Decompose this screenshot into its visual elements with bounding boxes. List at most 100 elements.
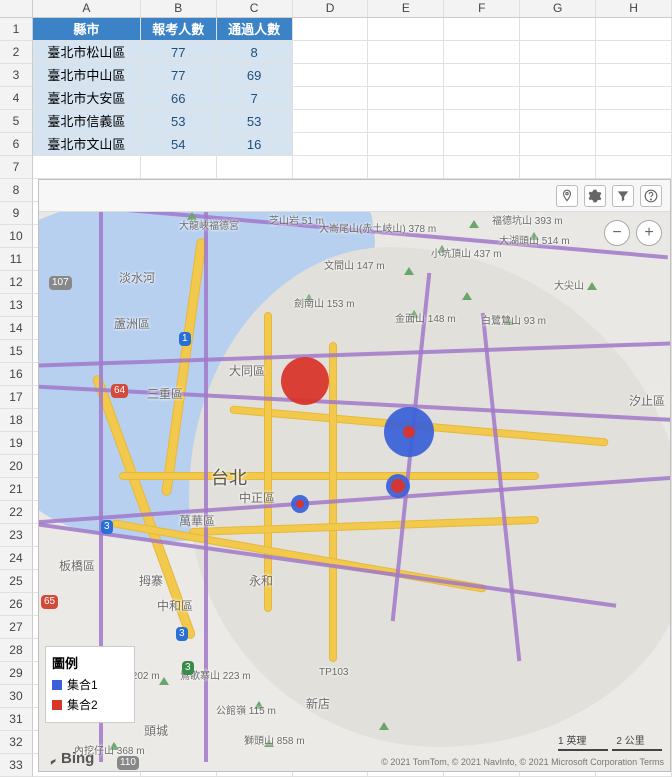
col-B[interactable]: B	[141, 0, 217, 17]
cell-B2[interactable]: 77	[141, 41, 217, 64]
cell-A3[interactable]: 臺北市中山區	[33, 64, 141, 87]
row-header-15[interactable]: 15	[0, 340, 33, 363]
cell-G4[interactable]	[520, 87, 596, 110]
row-header-10[interactable]: 10	[0, 225, 33, 248]
cell-D4[interactable]	[293, 87, 369, 110]
cell-A4[interactable]: 臺北市大安區	[33, 87, 141, 110]
cell-C7[interactable]	[217, 156, 293, 179]
zoom-in-button[interactable]: +	[636, 220, 662, 246]
row-header-26[interactable]: 26	[0, 593, 33, 616]
cell-E4[interactable]	[368, 87, 444, 110]
col-G[interactable]: G	[520, 0, 596, 17]
row-header-22[interactable]: 22	[0, 501, 33, 524]
col-H[interactable]: H	[596, 0, 672, 17]
cell-F7[interactable]	[444, 156, 520, 179]
map-chart[interactable]: 淡水河 蘆洲區 三重區 大同區 台北 中正區 萬華區 板橋區 永和 中和區 新店…	[38, 179, 671, 772]
cell-C3[interactable]: 69	[217, 64, 293, 87]
cell-C2[interactable]: 8	[217, 41, 293, 64]
cell-H6[interactable]	[596, 133, 672, 156]
cell-F3[interactable]	[444, 64, 520, 87]
cell-C6[interactable]: 16	[217, 133, 293, 156]
cell-B7[interactable]	[141, 156, 217, 179]
map-canvas[interactable]: 淡水河 蘆洲區 三重區 大同區 台北 中正區 萬華區 板橋區 永和 中和區 新店…	[39, 212, 670, 771]
zoom-out-button[interactable]: −	[604, 220, 630, 246]
row-header-11[interactable]: 11	[0, 248, 33, 271]
cell-G3[interactable]	[520, 64, 596, 87]
cell-F6[interactable]	[444, 133, 520, 156]
cell-F5[interactable]	[444, 110, 520, 133]
row-header-4[interactable]: 4	[0, 87, 33, 110]
cell-G1[interactable]	[520, 18, 596, 41]
cell-C1[interactable]: 通過人數	[217, 18, 293, 41]
row-header-16[interactable]: 16	[0, 363, 33, 386]
cell-F2[interactable]	[444, 41, 520, 64]
cell-E6[interactable]	[368, 133, 444, 156]
row-header-31[interactable]: 31	[0, 708, 33, 731]
row-header-19[interactable]: 19	[0, 432, 33, 455]
cell-E5[interactable]	[368, 110, 444, 133]
cell-E2[interactable]	[368, 41, 444, 64]
cell-D7[interactable]	[293, 156, 369, 179]
cell-B5[interactable]: 53	[141, 110, 217, 133]
cell-A1[interactable]: 縣市	[33, 18, 141, 41]
cell-E3[interactable]	[368, 64, 444, 87]
col-D[interactable]: D	[293, 0, 369, 17]
cell-D1[interactable]	[293, 18, 369, 41]
col-E[interactable]: E	[368, 0, 444, 17]
row-header-23[interactable]: 23	[0, 524, 33, 547]
row-header-8[interactable]: 8	[0, 179, 33, 202]
cell-F1[interactable]	[444, 18, 520, 41]
help-icon[interactable]	[640, 185, 662, 207]
cell-H4[interactable]	[596, 87, 672, 110]
pin-icon[interactable]	[556, 185, 578, 207]
row-header-14[interactable]: 14	[0, 317, 33, 340]
cell-E1[interactable]	[368, 18, 444, 41]
row-header-6[interactable]: 6	[0, 133, 33, 156]
cell-C4[interactable]: 7	[217, 87, 293, 110]
cell-D5[interactable]	[293, 110, 369, 133]
row-header-13[interactable]: 13	[0, 294, 33, 317]
row-header-2[interactable]: 2	[0, 41, 33, 64]
cell-H2[interactable]	[596, 41, 672, 64]
cell-A2[interactable]: 臺北市松山區	[33, 41, 141, 64]
row-header-21[interactable]: 21	[0, 478, 33, 501]
cell-A7[interactable]	[33, 156, 141, 179]
col-C[interactable]: C	[217, 0, 293, 17]
filter-icon[interactable]	[612, 185, 634, 207]
row-header-32[interactable]: 32	[0, 731, 33, 754]
bubble-red-1[interactable]	[281, 357, 329, 405]
row-header-12[interactable]: 12	[0, 271, 33, 294]
cell-G6[interactable]	[520, 133, 596, 156]
row-header-3[interactable]: 3	[0, 64, 33, 87]
cell-D2[interactable]	[293, 41, 369, 64]
row-header-27[interactable]: 27	[0, 616, 33, 639]
cell-D6[interactable]	[293, 133, 369, 156]
cell-B3[interactable]: 77	[141, 64, 217, 87]
cell-H3[interactable]	[596, 64, 672, 87]
cell-D3[interactable]	[293, 64, 369, 87]
row-header-30[interactable]: 30	[0, 685, 33, 708]
col-A[interactable]: A	[33, 0, 141, 17]
cell-H5[interactable]	[596, 110, 672, 133]
row-header-17[interactable]: 17	[0, 386, 33, 409]
col-F[interactable]: F	[444, 0, 520, 17]
cell-G7[interactable]	[520, 156, 596, 179]
gear-icon[interactable]	[584, 185, 606, 207]
cell-A5[interactable]: 臺北市信義區	[33, 110, 141, 133]
row-header-7[interactable]: 7	[0, 156, 33, 179]
row-header-24[interactable]: 24	[0, 547, 33, 570]
cell-B4[interactable]: 66	[141, 87, 217, 110]
cell-H7[interactable]	[596, 156, 672, 179]
row-header-18[interactable]: 18	[0, 409, 33, 432]
cell-B6[interactable]: 54	[141, 133, 217, 156]
row-header-1[interactable]: 1	[0, 18, 33, 41]
cell-G5[interactable]	[520, 110, 596, 133]
cell-F4[interactable]	[444, 87, 520, 110]
cell-C5[interactable]: 53	[217, 110, 293, 133]
row-header-20[interactable]: 20	[0, 455, 33, 478]
cell-B1[interactable]: 報考人數	[141, 18, 217, 41]
row-header-29[interactable]: 29	[0, 662, 33, 685]
row-header-25[interactable]: 25	[0, 570, 33, 593]
cell-H1[interactable]	[596, 18, 672, 41]
row-header-33[interactable]: 33	[0, 754, 33, 777]
